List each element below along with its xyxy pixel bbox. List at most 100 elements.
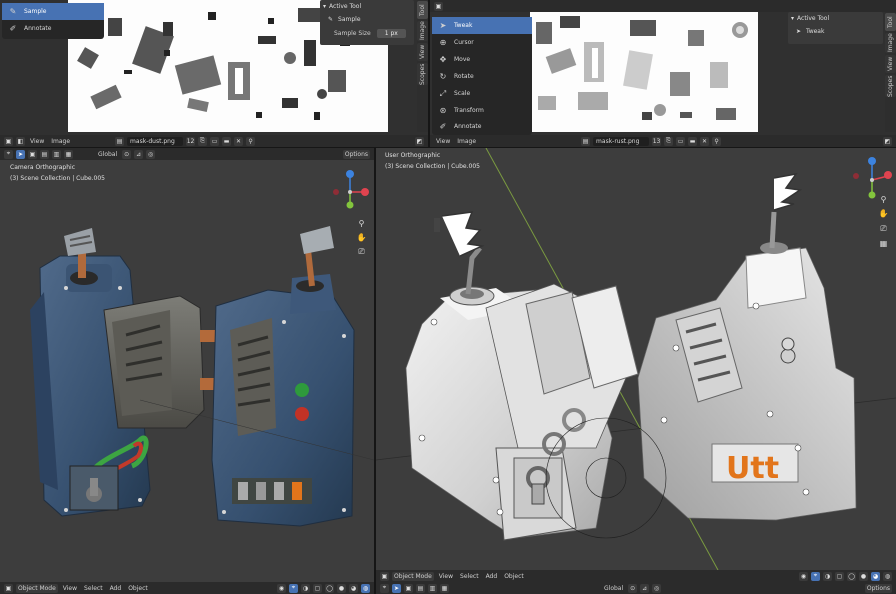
viewport-right[interactable]: User Orthographic (3) Scene Collection |… (376, 148, 896, 570)
tool-scale[interactable]: ⤢ Scale (432, 85, 532, 102)
open-image-icon[interactable]: ▬ (222, 136, 232, 146)
fake-user-icon[interactable]: ⎘ (198, 136, 208, 146)
shading-rendered-icon[interactable]: ◍ (361, 583, 370, 593)
transform-orientation-dropdown[interactable]: Global (96, 150, 119, 159)
sample-size-field[interactable]: 1 px (376, 28, 406, 38)
fake-user-icon[interactable]: ⎘ (664, 136, 674, 146)
tab-view-right[interactable]: View (885, 55, 896, 73)
shading-material-icon[interactable]: ◕ (349, 583, 358, 593)
select-box-icon[interactable]: ▣ (28, 149, 37, 159)
mode-icon[interactable]: ▣ (4, 583, 13, 593)
menu-object-left[interactable]: Object (126, 584, 150, 593)
menu-image[interactable]: Image (49, 137, 72, 146)
area-divider-vertical-bottom[interactable] (374, 148, 376, 594)
tool-annotate-right[interactable]: ✐ Annotate (432, 119, 532, 134)
image-name-field-right[interactable]: mask-rust.png (593, 136, 650, 146)
visibility-icon[interactable]: ◉ (799, 571, 808, 581)
tab-scopes[interactable]: Scopes (417, 63, 428, 85)
collapse-arrow-icon[interactable]: ▾ (323, 3, 326, 10)
image-canvas-rust[interactable] (530, 12, 758, 132)
select-box-icon[interactable]: ▣ (404, 583, 413, 593)
editor-type-icon[interactable]: ⌖ (4, 149, 13, 159)
user-count[interactable]: 12 (186, 136, 196, 146)
options-dropdown[interactable]: Options (342, 149, 370, 159)
shading-rendered-icon[interactable]: ◍ (883, 571, 892, 581)
tool-annotate[interactable]: ✐ Annotate (2, 20, 104, 37)
tool-transform[interactable]: ⊛ Transform (432, 102, 532, 119)
select-subtract-icon[interactable]: ▥ (428, 583, 437, 593)
new-image-icon[interactable]: ▭ (210, 136, 220, 146)
tool-sample[interactable]: ✎ Sample (2, 3, 104, 20)
object-mode-dropdown[interactable]: Object Mode (16, 583, 58, 593)
menu-select-right[interactable]: Select (458, 572, 481, 581)
pin-icon[interactable]: ⚲ (246, 136, 256, 146)
proportional-edit-icon[interactable]: ◎ (146, 149, 156, 159)
menu-view-right[interactable]: View (434, 137, 452, 146)
tab-view[interactable]: View (417, 43, 428, 61)
shading-solid-icon[interactable]: ● (859, 571, 868, 581)
pin-icon[interactable]: ⚲ (712, 136, 722, 146)
object-mode-dropdown-right[interactable]: Object Mode (392, 571, 434, 581)
shading-wire-icon[interactable]: ◯ (325, 583, 334, 593)
menu-add-right[interactable]: Add (484, 572, 500, 581)
editor-type-icon[interactable]: ▣ (4, 136, 13, 146)
tab-image[interactable]: Image (417, 21, 428, 41)
menu-view-vp-left[interactable]: View (61, 584, 79, 593)
tab-tool-right[interactable]: Tool (885, 13, 896, 31)
tool-rotate[interactable]: ↻ Rotate (432, 68, 532, 85)
transform-orientation-dropdown-right[interactable]: Global (602, 584, 625, 593)
user-count-right[interactable]: 13 (652, 136, 662, 146)
zoom-icon[interactable]: ⚲ (356, 218, 367, 229)
pan-hand-icon[interactable]: ✋ (356, 232, 367, 243)
area-divider-vertical-top[interactable] (428, 0, 430, 147)
select-invert-icon[interactable]: ▦ (440, 583, 449, 593)
editor-type-icon[interactable]: ⌖ (380, 583, 389, 593)
options-dropdown-right[interactable]: Options (864, 583, 892, 593)
tab-tool[interactable]: Tool (417, 1, 428, 19)
proportional-edit-icon[interactable]: ◎ (652, 583, 662, 593)
menu-object-right[interactable]: Object (502, 572, 526, 581)
open-image-icon[interactable]: ▬ (688, 136, 698, 146)
scopes-icon[interactable]: ◩ (883, 136, 892, 146)
collapse-arrow-icon[interactable]: ▾ (791, 15, 794, 22)
gizmo-toggle-icon[interactable]: ⌖ (811, 571, 820, 581)
menu-image-right[interactable]: Image (455, 137, 478, 146)
xray-icon[interactable]: ▢ (835, 571, 844, 581)
menu-view-vp-right[interactable]: View (437, 572, 455, 581)
pan-hand-icon[interactable]: ✋ (878, 208, 889, 219)
zoom-icon[interactable]: ⚲ (878, 194, 889, 205)
camera-icon[interactable]: ⎚ (356, 246, 367, 257)
view-toggle-icon[interactable]: ◧ (16, 136, 25, 146)
new-image-icon[interactable]: ▭ (676, 136, 686, 146)
tool-cursor[interactable]: ⊕ Cursor (432, 34, 532, 51)
image-browse-icon[interactable]: ▤ (115, 136, 125, 146)
select-subtract-icon[interactable]: ▥ (52, 149, 61, 159)
tab-scopes-right[interactable]: Scopes (885, 75, 896, 97)
shading-solid-icon[interactable]: ● (337, 583, 346, 593)
mode-icon[interactable]: ▣ (380, 571, 389, 581)
area-divider-horizontal[interactable] (0, 147, 896, 148)
image-browse-icon[interactable]: ▤ (581, 136, 591, 146)
select-extend-icon[interactable]: ▤ (40, 149, 49, 159)
grid-icon[interactable]: ▦ (878, 238, 889, 249)
unlink-icon[interactable]: ✕ (700, 136, 710, 146)
select-tool-icon[interactable]: ➤ (16, 149, 25, 159)
snap-icon[interactable]: ⊿ (640, 583, 650, 593)
viewport-left[interactable]: Camera Orthographic (3) Scene Collection… (0, 160, 374, 582)
gizmo-toggle-icon[interactable]: ⌖ (289, 583, 298, 593)
overlay-icon[interactable]: ◑ (823, 571, 832, 581)
editor-type-icon[interactable]: ▣ (434, 1, 443, 11)
shading-material-icon[interactable]: ◕ (871, 571, 880, 581)
image-name-field[interactable]: mask-dust.png (127, 136, 184, 146)
select-tool-icon[interactable]: ➤ (392, 583, 401, 593)
menu-select-left[interactable]: Select (82, 584, 105, 593)
scopes-icon[interactable]: ◩ (415, 136, 424, 146)
tool-move[interactable]: ✥ Move (432, 51, 532, 68)
menu-add-left[interactable]: Add (108, 584, 124, 593)
tab-image-right[interactable]: Image (885, 33, 896, 53)
camera-icon[interactable]: ⎚ (878, 223, 889, 234)
shading-wire-icon[interactable]: ◯ (847, 571, 856, 581)
snap-icon[interactable]: ⊿ (134, 149, 144, 159)
overlay-icon[interactable]: ◑ (301, 583, 310, 593)
select-extend-icon[interactable]: ▤ (416, 583, 425, 593)
